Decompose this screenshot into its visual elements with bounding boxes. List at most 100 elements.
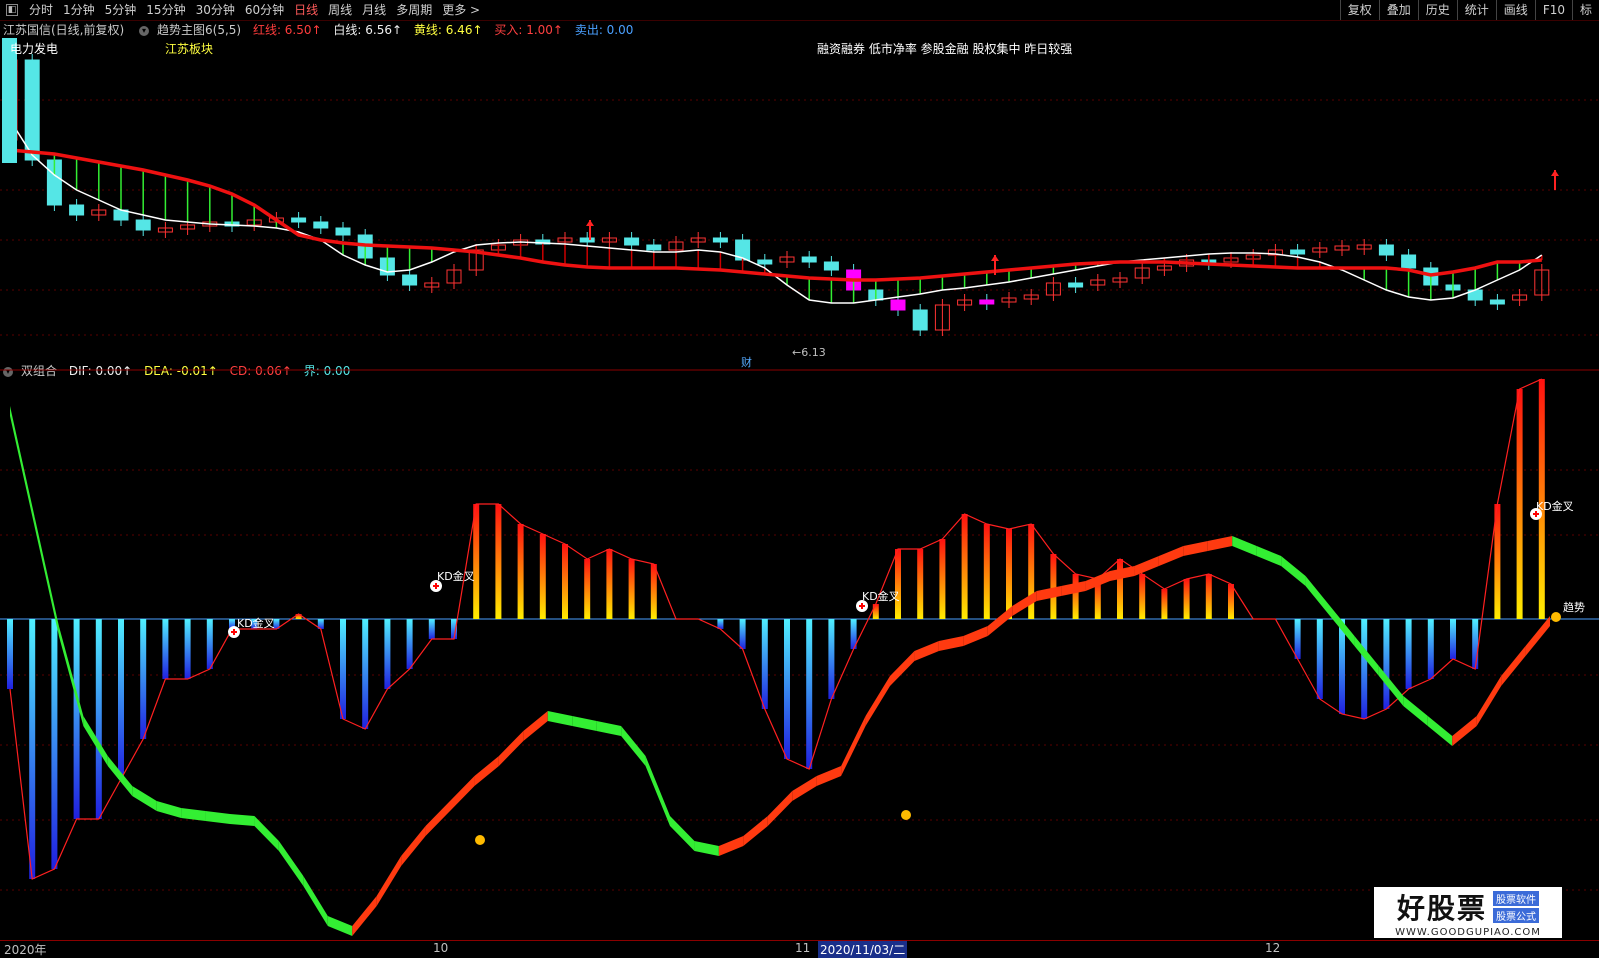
macd-bar [784,619,790,759]
macd-bar [1427,619,1434,679]
candle [624,237,640,246]
trend-ribbon [963,626,988,646]
trend-ribbon [401,826,426,866]
macd-bar [895,549,901,619]
trend-ribbon [474,756,499,786]
macd-bar [1139,574,1146,619]
candle [757,259,773,265]
axis-label: 2020年 [4,943,47,957]
trend-ribbon [303,876,328,926]
macd-bar [384,619,391,689]
candle [1489,299,1505,305]
trend-ribbon [694,841,719,856]
candle [1290,249,1306,255]
macd-bar [73,619,80,819]
candle [801,256,817,263]
macd-bar [1228,584,1234,619]
macd-bar [1294,619,1301,659]
watermark-title: 好股票 [1396,892,1487,925]
chart-canvas[interactable]: 电力发电 江苏板块 融资融券 低市净率 参股金融 股权集中 昨日较强 ←6.13… [0,0,1599,940]
kd-cross-label: KD金叉 [1536,499,1574,513]
trend-ribbon [1452,716,1477,746]
trend-ribbon [1501,646,1526,686]
trend-ribbon [1427,716,1453,746]
macd-bar [1183,579,1190,619]
macd-bar [1205,574,1212,619]
candle [402,274,418,286]
candle [313,221,329,229]
candle [24,59,40,161]
macd-bar [95,619,102,819]
macd-bar [517,524,524,619]
candle [1378,244,1394,256]
watermark-logo: 好股票 股票软件 股票公式 WWW.GOODGUPIAO.COM [1374,887,1562,938]
macd-bar [7,619,13,689]
candle [291,217,307,223]
trend-ribbon [572,716,597,731]
trend-ribbon [1378,666,1404,706]
trend-ribbon [1207,536,1233,551]
trend-ribbon [670,816,695,851]
trend-ribbon [890,651,915,686]
buy-arrow-head [1551,170,1559,176]
trend-ribbon [1232,536,1257,556]
candle [335,227,351,236]
trend-ribbon [523,711,548,741]
macd-bar [340,619,346,719]
candle [69,204,85,216]
trend-ribbon [425,801,450,836]
macd-bar [1383,619,1390,709]
trend-ribbon [132,786,157,811]
trend-ribbon [621,726,646,766]
trend-ribbon [230,814,255,826]
trend-ribbon [376,856,402,906]
trend-ribbon [278,841,304,886]
macd-bar [184,619,191,679]
trend-ribbon [743,816,768,846]
macd-bar [1050,554,1057,619]
trend-ribbon [1036,586,1062,601]
trend-ribbon [767,791,793,826]
macd-bar [1538,379,1545,619]
buy-arrow-head [586,220,594,226]
macd-bar [140,619,147,739]
macd-bar [51,619,58,869]
sector-label: 江苏板块 [165,42,213,56]
kd-cross-label: KD金叉 [237,616,275,630]
macd-bar [539,534,546,619]
trend-ribbon [792,776,817,801]
macd-bar [828,619,835,699]
trend-ribbon [987,606,1013,636]
macd-bar [872,604,879,619]
macd-bar [584,559,591,619]
axis-label: 10 [433,941,449,955]
trend-ribbon [450,776,475,811]
macd-bar [495,504,502,619]
watermark-tag: 股票公式 [1493,908,1539,923]
macd-bar [29,619,36,879]
trend-ribbon [645,756,670,826]
watermark-tag: 股票软件 [1493,891,1539,906]
trend-ribbon [498,731,524,766]
trend-ribbon [83,716,108,766]
concept-tags: 融资融券 低市净率 参股金融 股权集中 昨日较强 [817,41,1072,56]
grid [0,99,1599,891]
trend-ribbon [58,626,84,726]
macd-bar [1450,619,1456,659]
macd-bar [1117,559,1123,619]
trend-ribbon [1183,541,1208,556]
macd-bar [1161,589,1168,619]
watermark-url: WWW.GOODGUPIAO.COM [1395,927,1541,938]
macd-bar [1472,619,1479,669]
signal-dot [475,835,485,845]
candle [646,244,662,251]
finance-marker[interactable]: 财 [741,355,752,369]
trend-ribbon [1158,546,1184,566]
macd-bar [739,619,746,649]
candle [979,299,995,305]
trend-ribbon [1256,546,1282,566]
macd-bar [162,619,169,679]
candle [579,237,595,243]
signal-dot [1551,612,1561,622]
trend-ribbon [816,766,842,786]
